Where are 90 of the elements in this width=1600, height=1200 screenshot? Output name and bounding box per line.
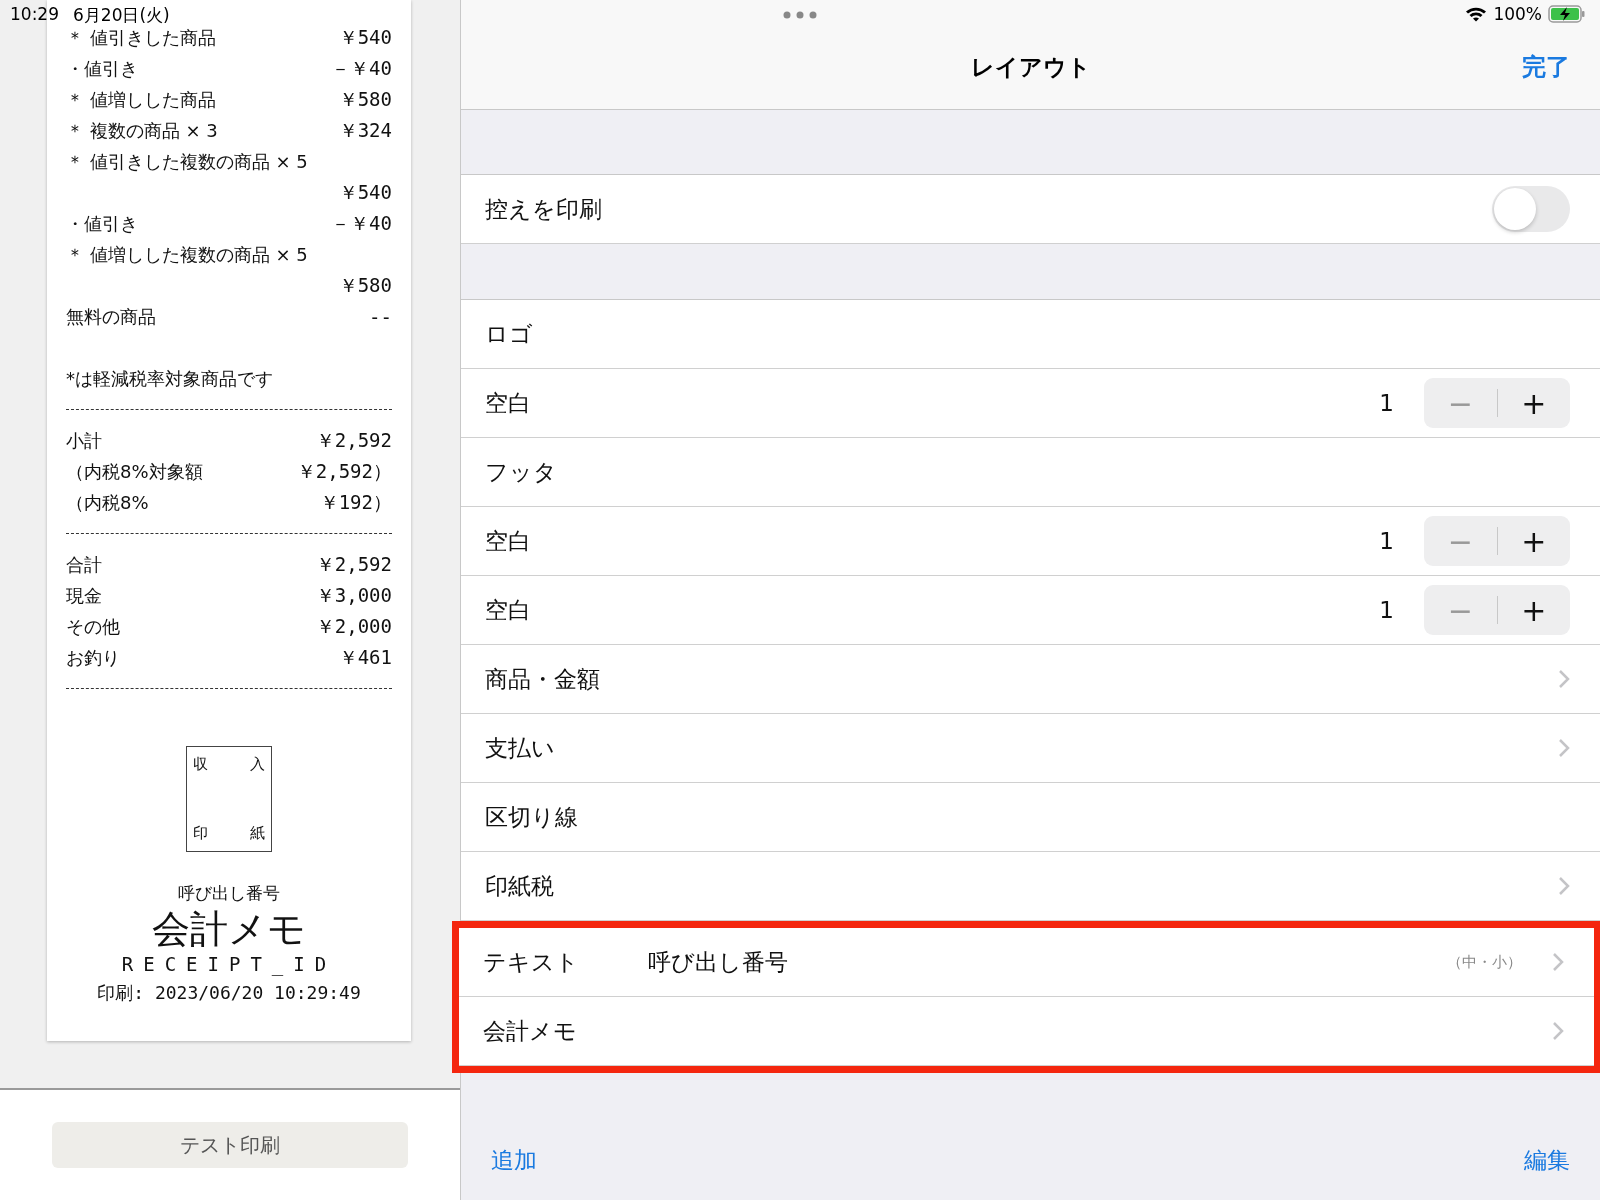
receipt-label: ＊ 値増しした商品 xyxy=(66,87,216,112)
receipt-amount: ￥3,000 xyxy=(315,582,392,608)
receipt-label: *は軽減税率対象商品です xyxy=(66,366,273,391)
receipt-amount: ￥324 xyxy=(338,117,392,143)
stepper-value: 1 xyxy=(1379,528,1394,554)
receipt-amount: -- xyxy=(369,305,392,328)
edit-button[interactable]: 編集 xyxy=(1524,1144,1570,1176)
increment-button[interactable]: + xyxy=(1497,516,1570,566)
layout-row[interactable]: フッタ xyxy=(461,438,1600,507)
stamp-character: 入 xyxy=(250,755,265,774)
receipt-amount: ￥2,000 xyxy=(315,613,392,639)
status-date: 6月20日(火) xyxy=(73,4,170,27)
layout-row[interactable]: 会計メモ xyxy=(459,997,1594,1066)
row-detail: 呼び出し番号 xyxy=(648,947,788,977)
done-button[interactable]: 完了 xyxy=(1522,51,1570,83)
chevron-icon xyxy=(1558,669,1570,689)
nav-title: レイアウト xyxy=(970,53,1091,82)
row-note: （中・小） xyxy=(1447,952,1522,972)
receipt-amount: ￥192） xyxy=(319,489,392,515)
receipt-label: 現金 xyxy=(66,583,102,608)
add-button[interactable]: 追加 xyxy=(491,1144,537,1176)
chevron-icon xyxy=(1552,952,1564,972)
memo-text: 会計メモ xyxy=(152,906,306,953)
battery-percent: 100% xyxy=(1493,4,1542,24)
stamp-character: 紙 xyxy=(250,824,265,843)
receipt-label: 小計 xyxy=(66,428,102,453)
receipt-amount: ￥540 xyxy=(338,24,392,50)
toggle-switch[interactable] xyxy=(1492,186,1570,232)
layout-row[interactable]: 区切り線 xyxy=(461,783,1600,852)
increment-button[interactable]: + xyxy=(1497,585,1570,635)
chevron-icon xyxy=(1558,738,1570,758)
receipt-amount: ￥2,592 xyxy=(315,427,392,453)
layout-row[interactable]: ロゴ xyxy=(461,300,1600,369)
row-label: テキスト xyxy=(483,947,580,977)
multitasking-icon[interactable] xyxy=(783,11,817,19)
receipt-label: ＊ 値引きした複数の商品 × 5 xyxy=(66,149,308,174)
row-label: ロゴ xyxy=(485,319,534,349)
stepper-value: 1 xyxy=(1379,390,1394,416)
wifi-icon xyxy=(1465,6,1488,22)
receipt-amount: ￥461 xyxy=(338,644,392,670)
receipt-id: RECEIPT_ID xyxy=(121,953,337,975)
test-print-button[interactable]: テスト印刷 xyxy=(52,1122,408,1168)
stamp-character: 収 xyxy=(193,755,208,774)
row-label: 印紙税 xyxy=(485,871,555,901)
row-label: 空白 xyxy=(485,595,532,625)
layout-row[interactable]: 空白 1 − + xyxy=(461,369,1600,438)
receipt-label: ＊ 値増しした複数の商品 × 5 xyxy=(66,242,308,267)
chevron-icon xyxy=(1552,1021,1564,1041)
row-label: 会計メモ xyxy=(483,1016,578,1046)
stepper[interactable]: − + xyxy=(1424,585,1570,635)
print-timestamp: 印刷: 2023/06/20 10:29:49 xyxy=(97,981,361,1005)
receipt-amount: ￥2,592 xyxy=(315,551,392,577)
stepper[interactable]: − + xyxy=(1424,516,1570,566)
row-label: 空白 xyxy=(485,526,532,556)
row-label: 支払い xyxy=(485,733,556,763)
row-label: 控えを印刷 xyxy=(485,194,603,224)
layout-row[interactable]: 商品・金額 xyxy=(461,645,1600,714)
receipt-amount: －￥40 xyxy=(331,55,392,81)
receipt-amount: －￥40 xyxy=(331,210,392,236)
chevron-icon xyxy=(1558,876,1570,896)
receipt-label: 無料の商品 xyxy=(66,304,156,329)
layout-row[interactable]: 空白 1 − + xyxy=(461,507,1600,576)
stepper[interactable]: − + xyxy=(1424,378,1570,428)
receipt-amount: ￥2,592） xyxy=(296,458,392,484)
receipt-amount: ￥580 xyxy=(338,272,392,298)
row-label: 区切り線 xyxy=(485,802,579,832)
stamp-character: 印 xyxy=(193,824,208,843)
receipt-amount: ￥580 xyxy=(338,86,392,112)
layout-row[interactable]: 印紙税 xyxy=(461,852,1600,921)
row-label: 商品・金額 xyxy=(485,664,601,694)
receipt-amount: ￥540 xyxy=(338,179,392,205)
receipt-label: 合計 xyxy=(66,552,102,577)
layout-row[interactable]: 空白 1 − + xyxy=(461,576,1600,645)
stepper-value: 1 xyxy=(1379,597,1394,623)
increment-button[interactable]: + xyxy=(1497,378,1570,428)
receipt-label: ＊ 複数の商品 × 3 xyxy=(66,118,218,143)
receipt-label: お釣り xyxy=(66,645,120,670)
receipt-label: （内税8%対象額 xyxy=(66,459,203,484)
receipt-label: （内税8% xyxy=(66,490,149,515)
battery-charging-icon xyxy=(1548,5,1586,23)
receipt-label: ・値引き xyxy=(66,56,138,81)
row-label: フッタ xyxy=(485,457,558,487)
layout-row[interactable]: テキスト 呼び出し番号 （中・小） xyxy=(459,928,1594,997)
row-label: 空白 xyxy=(485,388,532,418)
status-time: 10:29 xyxy=(10,4,59,26)
receipt-label: ＊ 値引きした商品 xyxy=(66,25,216,50)
layout-row[interactable]: 支払い xyxy=(461,714,1600,783)
receipt-label: ・値引き xyxy=(66,211,138,236)
call-number-label: 呼び出し番号 xyxy=(178,882,280,905)
receipt-label: その他 xyxy=(66,614,120,639)
